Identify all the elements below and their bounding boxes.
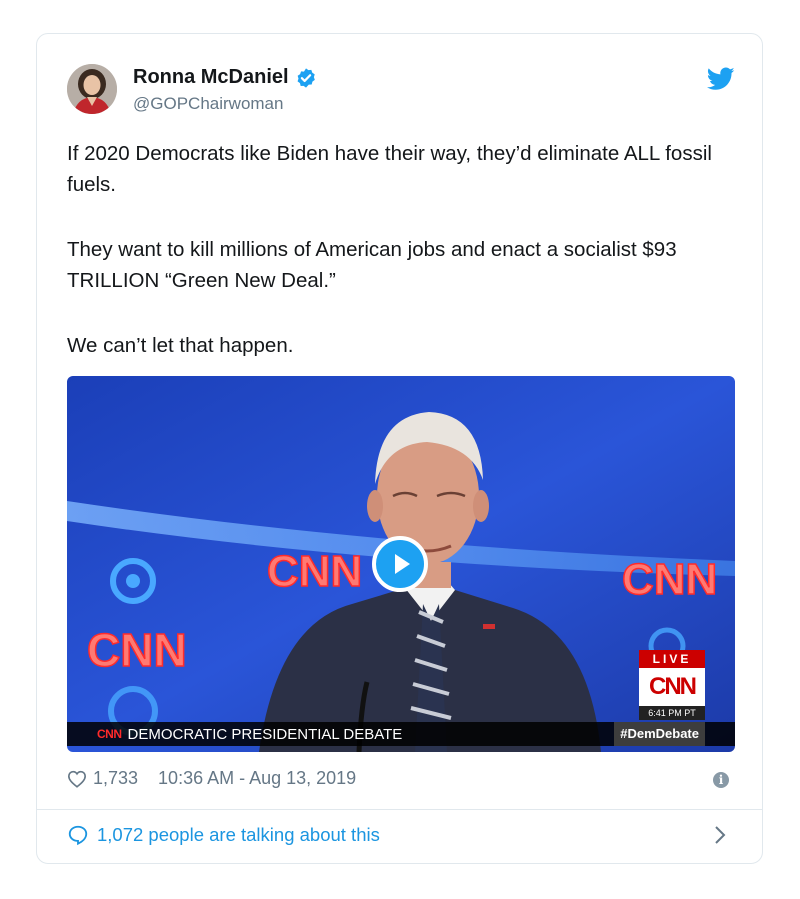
chevron-right-icon[interactable] (713, 824, 727, 846)
tweet-card: Ronna McDaniel @GOPChairwoman If 2020 De… (36, 33, 763, 864)
cnn-bg-logo: CNN (87, 624, 187, 676)
video-player[interactable]: CNN CNN CNN LIVE CNN 6:41 PM PT CNN DEMO… (67, 376, 735, 752)
live-time: 6:41 PM PT (639, 706, 705, 720)
tweet-paragraph: They want to kill millions of American j… (67, 238, 677, 292)
tweet-text: If 2020 Democrats like Biden have their … (67, 138, 737, 395)
author-handle[interactable]: @GOPChairwoman (133, 94, 283, 114)
twitter-bird-icon[interactable] (707, 67, 735, 91)
heart-icon[interactable] (67, 770, 87, 788)
like-count[interactable]: 1,733 (93, 768, 138, 789)
lower-third-text: DEMOCRATIC PRESIDENTIAL DEBATE (127, 725, 403, 743)
author-name[interactable]: Ronna McDaniel (133, 66, 289, 89)
footer-divider (37, 809, 762, 810)
tweet-paragraph: We can’t let that happen. (67, 334, 294, 357)
talking-count[interactable]: 1,072 people are talking about this (97, 824, 380, 846)
tweet-timestamp[interactable]: 10:36 AM - Aug 13, 2019 (158, 768, 356, 789)
speech-bubble-icon (68, 825, 88, 846)
verified-badge-icon (297, 67, 315, 88)
lower-third-logo: CNN (97, 727, 122, 741)
hashtag-badge: #DemDebate (614, 722, 705, 746)
live-network-logo: CNN (639, 668, 705, 706)
conversation-link[interactable]: 1,072 people are talking about this (67, 824, 380, 846)
lower-third: CNN DEMOCRATIC PRESIDENTIAL DEBATE #DemD… (67, 722, 735, 746)
cnn-bg-logo: CNN (622, 555, 717, 604)
cnn-bg-logo: CNN (267, 547, 362, 596)
tweet-paragraph: If 2020 Democrats like Biden have their … (67, 142, 712, 196)
play-icon (395, 554, 410, 574)
info-icon[interactable]: i (713, 772, 729, 788)
tweet-footer: 1,733 10:36 AM - Aug 13, 2019 (67, 768, 356, 789)
author-name-row[interactable]: Ronna McDaniel (133, 66, 317, 89)
live-bug: LIVE CNN 6:41 PM PT (639, 650, 705, 720)
avatar-image (67, 64, 117, 114)
play-button[interactable] (372, 536, 428, 592)
live-label: LIVE (639, 650, 705, 668)
author-avatar[interactable] (67, 64, 117, 114)
